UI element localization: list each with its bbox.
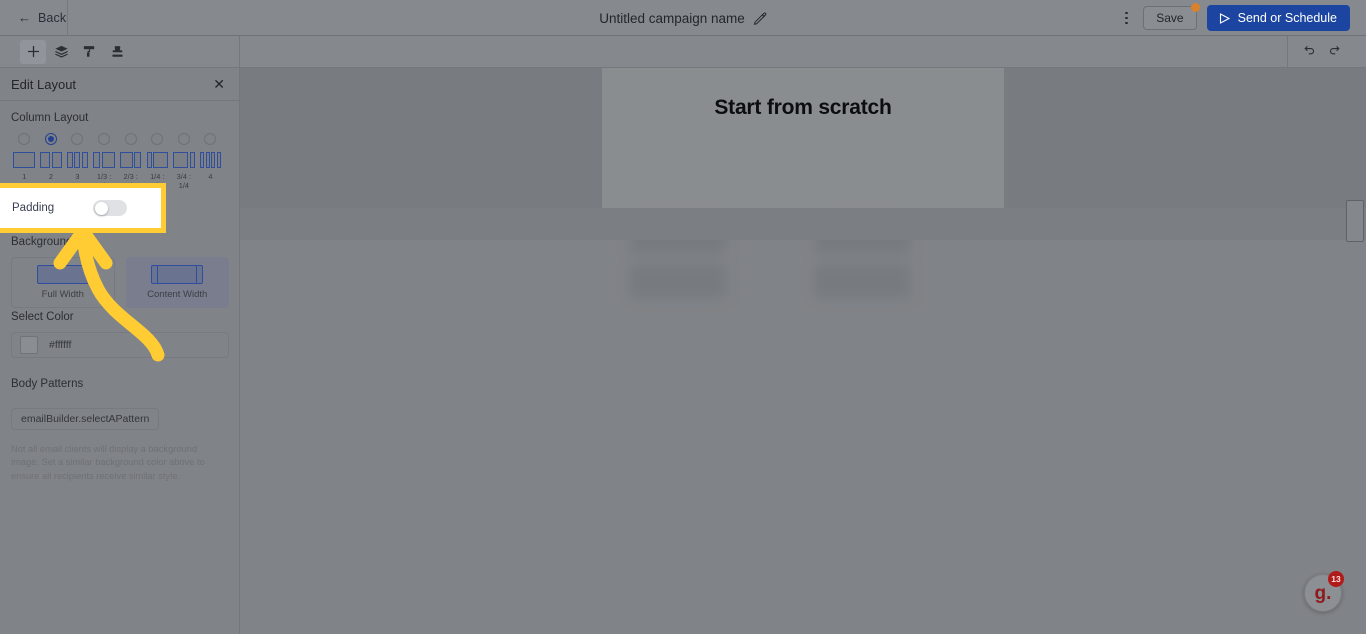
radio-1[interactable] xyxy=(44,133,57,145)
radio-3[interactable] xyxy=(98,133,111,145)
send-button-label: Send or Schedule xyxy=(1237,11,1337,25)
unsaved-changes-dot xyxy=(1190,3,1200,12)
arrow-left-icon: ← xyxy=(18,10,31,25)
select-pattern-button[interactable]: emailBuilder.selectAPattern xyxy=(11,408,160,430)
kebab-menu-icon[interactable] xyxy=(1113,5,1139,31)
radio-5[interactable] xyxy=(151,133,164,145)
redo-icon[interactable] xyxy=(1328,42,1342,61)
column-option-4[interactable] xyxy=(117,133,144,145)
glyph-1[interactable] xyxy=(38,151,65,168)
radio-4[interactable] xyxy=(124,133,137,145)
pencil-icon[interactable] xyxy=(753,11,767,25)
add-block-icon[interactable] xyxy=(20,39,46,64)
column-option-1[interactable] xyxy=(38,133,65,145)
glyph-5[interactable] xyxy=(144,151,171,168)
body-stamp-icon[interactable] xyxy=(104,40,130,64)
help-notification-badge: 13 xyxy=(1328,571,1344,587)
glyph-0[interactable] xyxy=(11,151,38,168)
column-option-2[interactable] xyxy=(64,133,91,145)
save-button-label: Save xyxy=(1156,11,1184,25)
column-label-6: 3/4 : 1/4 xyxy=(176,172,192,191)
column-option-5[interactable] xyxy=(144,133,171,145)
annotation-arrow-icon xyxy=(53,224,165,362)
panel-title: Edit Layout xyxy=(11,76,77,92)
column-layout-radios xyxy=(11,133,228,145)
send-triangle-icon xyxy=(1218,12,1231,25)
padding-setting-highlight: Padding xyxy=(0,183,166,233)
column-option-0[interactable] xyxy=(11,133,38,145)
column-layout-glyphs xyxy=(11,151,228,168)
save-button[interactable]: Save xyxy=(1143,3,1200,30)
column-option-3[interactable] xyxy=(91,133,118,145)
color-swatch[interactable] xyxy=(20,336,38,354)
body-patterns-section: Body Patterns emailBuilder.selectAPatter… xyxy=(0,378,240,483)
email-canvas[interactable]: Start from scratch xyxy=(240,68,1366,634)
back-button-label: Back xyxy=(38,10,67,25)
layers-icon[interactable] xyxy=(48,40,74,64)
send-or-schedule-button[interactable]: Send or Schedule xyxy=(1206,5,1350,31)
body-patterns-label: Body Patterns xyxy=(11,378,84,390)
column-option-7[interactable] xyxy=(197,133,224,145)
help-widget-button[interactable]: g. 13 xyxy=(1304,571,1344,612)
canvas-right-handle[interactable] xyxy=(1346,200,1364,242)
builder-toolbar xyxy=(0,36,240,68)
close-icon[interactable]: ✕ xyxy=(213,77,225,91)
top-bar: ← Back Untitled campaign name Save Send … xyxy=(0,0,1366,36)
padding-label: Padding xyxy=(12,202,55,214)
panel-header: Edit Layout ✕ xyxy=(0,68,239,101)
glyph-2[interactable] xyxy=(64,151,91,168)
radio-6[interactable] xyxy=(177,133,190,145)
glyph-7[interactable] xyxy=(197,151,224,168)
builder-toolbar-right xyxy=(240,35,1366,68)
canvas-row-strip[interactable] xyxy=(240,208,1366,240)
radio-0[interactable] xyxy=(18,133,31,145)
column-option-6[interactable] xyxy=(171,133,198,145)
glyph-3[interactable] xyxy=(91,151,118,168)
undo-icon[interactable] xyxy=(1302,42,1316,61)
body-patterns-note: Not all email clients will display a bac… xyxy=(11,444,205,481)
padding-toggle[interactable] xyxy=(93,200,128,216)
email-builder-app: ← Back Untitled campaign name Save Send … xyxy=(0,0,1366,634)
paint-roller-icon[interactable] xyxy=(76,40,102,64)
history-controls xyxy=(1287,35,1358,68)
back-button[interactable]: ← Back xyxy=(0,0,68,36)
column-layout-section: Column Layout 1 2 3 1/3: 2/3: 1/4: 3/… xyxy=(0,101,239,191)
page-title: Untitled campaign name xyxy=(599,10,745,26)
radio-2[interactable] xyxy=(71,133,84,145)
column-layout-label: Column Layout xyxy=(11,112,89,124)
glyph-4[interactable] xyxy=(117,151,144,168)
top-bar-actions: Save Send or Schedule xyxy=(1113,0,1366,36)
radio-7[interactable] xyxy=(204,133,217,145)
column-label-7: 4 xyxy=(208,172,213,181)
help-logo: g. xyxy=(1314,582,1332,604)
glyph-6[interactable] xyxy=(171,151,198,168)
